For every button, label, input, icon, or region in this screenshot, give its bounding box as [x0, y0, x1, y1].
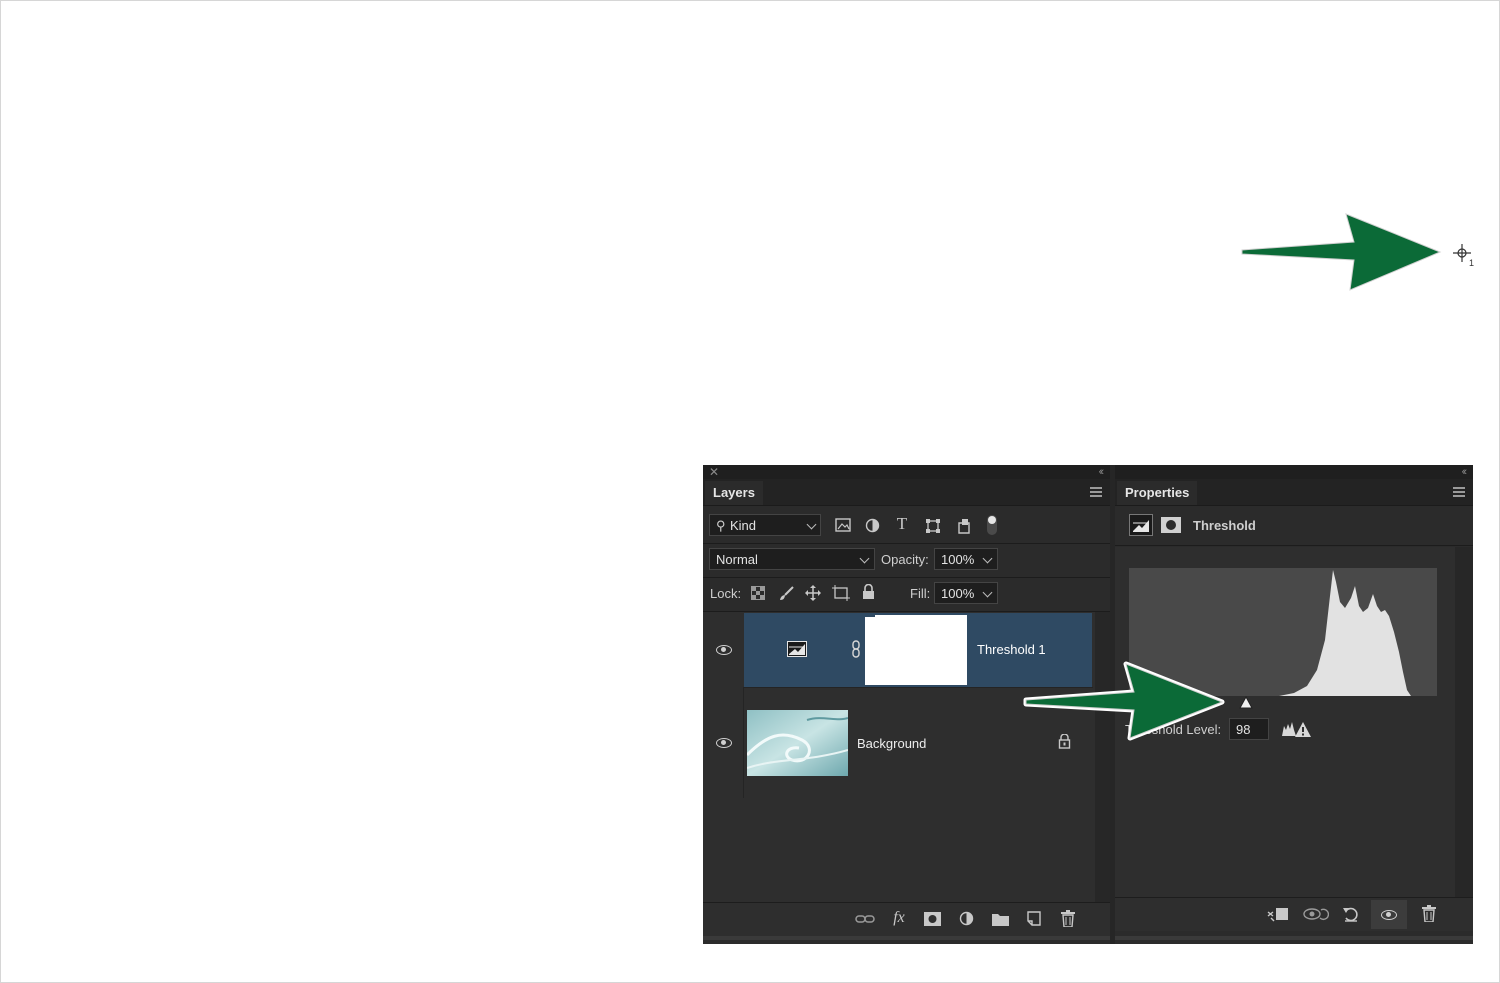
- chevron-down-icon: [806, 519, 817, 530]
- new-layer-icon[interactable]: [1027, 911, 1041, 926]
- layers-scrollbar[interactable]: [1095, 612, 1110, 902]
- adjustment-filter-icon[interactable]: [865, 518, 880, 533]
- layer-name[interactable]: Threshold 1: [977, 642, 1046, 657]
- threshold-level-value: 98: [1236, 722, 1251, 737]
- fill-input[interactable]: 100%: [934, 582, 998, 604]
- filter-toggle[interactable]: [987, 515, 997, 535]
- fill-label: Fill:: [910, 586, 931, 601]
- panel-header-strip: ✕ ‹‹: [703, 465, 1110, 479]
- layers-bottom-toolbar: fx: [703, 902, 1110, 936]
- lock-move-icon[interactable]: [805, 585, 821, 601]
- smart-object-filter-icon[interactable]: [957, 518, 971, 534]
- annotation-arrow-top: [1239, 211, 1443, 293]
- reset-icon[interactable]: [1342, 905, 1360, 923]
- threshold-slider-handle[interactable]: [1239, 696, 1253, 709]
- view-previous-icon[interactable]: [1303, 906, 1329, 922]
- blend-mode-value: Normal: [716, 552, 758, 567]
- lock-all-icon[interactable]: [862, 584, 875, 600]
- layers-tabbar: Layers: [703, 479, 1110, 506]
- chevron-down-icon: [982, 553, 993, 564]
- fill-value: 100%: [941, 586, 975, 601]
- adjustment-icon[interactable]: [959, 911, 974, 926]
- visibility-toggle[interactable]: [1371, 900, 1407, 929]
- fx-icon[interactable]: fx: [889, 910, 909, 926]
- chain-link-icon[interactable]: [851, 640, 861, 658]
- panel-resize-handle[interactable]: [1115, 936, 1473, 940]
- divider: [743, 688, 744, 798]
- threshold-level-input[interactable]: 98: [1229, 718, 1269, 740]
- chevron-down-icon: [982, 587, 993, 598]
- link-icon[interactable]: [855, 913, 875, 925]
- lock-brush-icon[interactable]: [779, 585, 795, 601]
- filter-toggle-knob: [988, 516, 996, 524]
- search-icon: ⚲: [716, 518, 726, 533]
- tab-layers[interactable]: Layers: [705, 481, 763, 505]
- opacity-value: 100%: [941, 552, 975, 567]
- lock-artboard-icon[interactable]: [832, 585, 850, 601]
- threshold-adjustment-icon: [787, 641, 807, 657]
- histogram-warning-icon[interactable]: [1282, 720, 1312, 738]
- tab-properties[interactable]: Properties: [1117, 481, 1198, 505]
- trash-icon[interactable]: [1061, 910, 1075, 927]
- mask-mode-icon[interactable]: [1161, 517, 1181, 533]
- divider: [703, 577, 1110, 578]
- type-filter-icon[interactable]: T: [894, 515, 910, 532]
- properties-tabbar: Properties: [1115, 479, 1473, 506]
- layer-mask-thumbnail[interactable]: [864, 614, 968, 686]
- filter-kind-select[interactable]: ⚲ Kind: [709, 514, 821, 536]
- filter-kind-label: Kind: [730, 518, 757, 533]
- divider: [703, 543, 1110, 544]
- panel-menu-icon[interactable]: [1453, 487, 1465, 497]
- trash-icon[interactable]: [1422, 905, 1436, 922]
- pixel-filter-icon[interactable]: [835, 518, 851, 532]
- collapse-icon[interactable]: ‹‹: [1099, 466, 1105, 478]
- eye-icon: [1381, 910, 1397, 920]
- panel-menu-icon[interactable]: [1090, 487, 1102, 497]
- adjustment-mode-button[interactable]: [1129, 514, 1153, 536]
- shape-filter-icon[interactable]: [925, 518, 941, 534]
- layer-thumbnail[interactable]: [747, 710, 848, 776]
- properties-bottom-toolbar: [1115, 897, 1473, 931]
- adjustment-title: Threshold: [1193, 518, 1256, 533]
- sampler-number: 1: [1469, 258, 1475, 268]
- lock-transparent-icon[interactable]: [751, 586, 765, 600]
- mask-icon[interactable]: [924, 912, 941, 926]
- opacity-input[interactable]: 100%: [934, 548, 998, 570]
- threshold-adjustment-icon: [1133, 520, 1149, 532]
- eye-icon[interactable]: [716, 738, 732, 748]
- lock-label: Lock:: [710, 586, 742, 601]
- layer-name[interactable]: Background: [857, 736, 926, 751]
- color-sampler-icon[interactable]: [1452, 243, 1478, 269]
- annotation-arrow-bottom: [1023, 661, 1225, 741]
- properties-scrollbar[interactable]: [1455, 547, 1473, 899]
- collapse-icon[interactable]: ‹‹: [1462, 466, 1468, 478]
- eye-icon[interactable]: [716, 645, 732, 655]
- chevron-down-icon: [859, 553, 870, 564]
- panel-header-strip: ‹‹: [1115, 465, 1473, 479]
- visibility-cell[interactable]: [703, 613, 743, 687]
- opacity-label: Opacity:: [881, 552, 929, 567]
- divider: [1115, 545, 1473, 546]
- panel-resize-handle[interactable]: [703, 936, 1110, 940]
- folder-icon[interactable]: [992, 912, 1009, 926]
- blend-mode-select[interactable]: Normal: [709, 548, 875, 570]
- clip-to-layer-icon[interactable]: [1267, 906, 1289, 922]
- close-icon[interactable]: ✕: [709, 465, 719, 479]
